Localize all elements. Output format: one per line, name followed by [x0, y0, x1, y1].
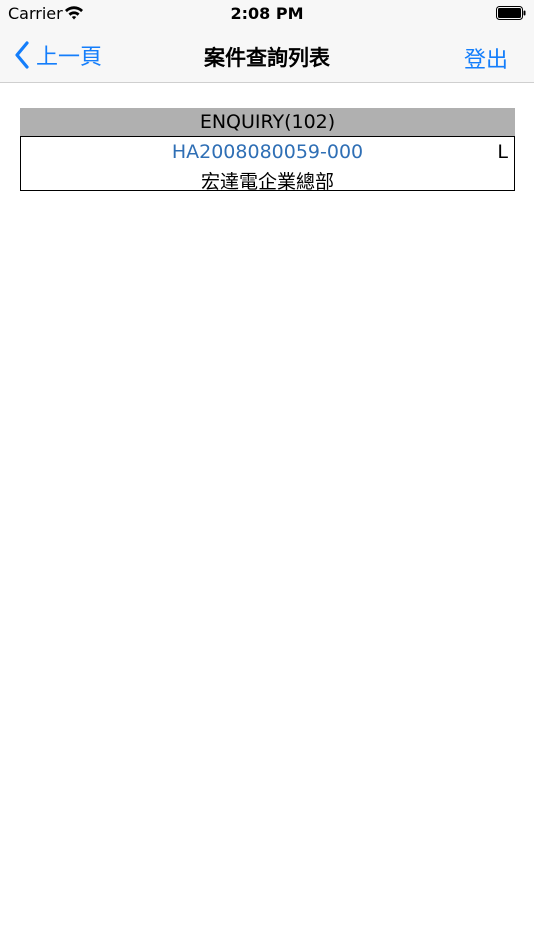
case-id-link[interactable]: HA2008080059-000 [21, 141, 514, 163]
case-tag: L [497, 141, 508, 163]
logout-button[interactable]: 登出 [464, 42, 508, 74]
battery-icon [496, 6, 526, 20]
clock: 2:08 PM [230, 4, 304, 23]
status-bar: Carrier 2:08 PM [0, 0, 534, 28]
table-row[interactable]: HA2008080059-000 L 宏達電企業總部 [20, 136, 515, 193]
case-name: 宏達電企業總部 [200, 171, 334, 193]
enquiry-table: ENQUIRY(102) HA2008080059-000 L 宏達電企業總部 [20, 108, 515, 193]
navigation-bar: 上一頁 案件查詢列表 登出 [0, 28, 534, 83]
table-header: ENQUIRY(102) [20, 108, 515, 136]
page-title: 案件查詢列表 [204, 46, 330, 70]
